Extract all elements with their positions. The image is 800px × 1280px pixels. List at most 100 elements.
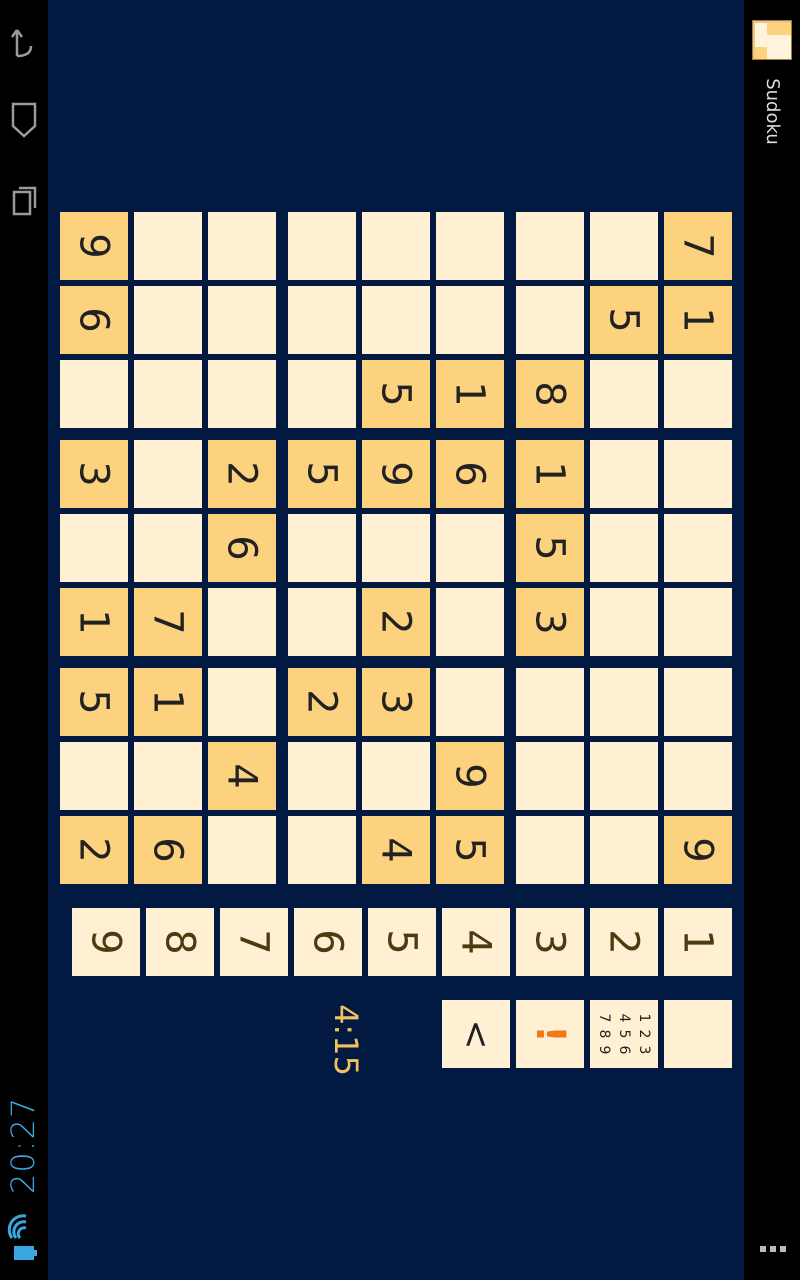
sudoku-cell[interactable]: 5	[362, 360, 430, 428]
blank-tool-button[interactable]	[664, 1000, 732, 1068]
sudoku-cell[interactable]	[436, 668, 504, 736]
sudoku-cell[interactable]	[664, 440, 732, 508]
sudoku-cell[interactable]: 9	[664, 816, 732, 884]
sudoku-cell[interactable]: 1	[516, 440, 584, 508]
number-pad-button[interactable]: 9	[72, 908, 140, 976]
home-icon[interactable]	[4, 90, 44, 150]
sudoku-cell[interactable]	[288, 816, 356, 884]
overflow-menu-icon[interactable]	[758, 1240, 788, 1252]
sudoku-cell[interactable]	[590, 360, 658, 428]
sudoku-cell[interactable]	[134, 360, 202, 428]
number-pad-button[interactable]: 6	[294, 908, 362, 976]
sudoku-cell[interactable]: 7	[664, 212, 732, 280]
recent-apps-icon[interactable]	[4, 170, 44, 230]
sudoku-cell[interactable]	[590, 440, 658, 508]
sudoku-cell[interactable]	[288, 514, 356, 582]
sudoku-cell[interactable]	[208, 668, 276, 736]
sudoku-cell[interactable]	[208, 212, 276, 280]
back-icon[interactable]	[4, 10, 44, 70]
sudoku-cell[interactable]	[664, 668, 732, 736]
sudoku-cell[interactable]: 1	[664, 286, 732, 354]
sudoku-cell[interactable]: 9	[436, 742, 504, 810]
sudoku-cell[interactable]: 5	[590, 286, 658, 354]
sudoku-cell[interactable]	[362, 212, 430, 280]
sudoku-cell[interactable]: 3	[362, 668, 430, 736]
sudoku-cell[interactable]: 6	[60, 286, 128, 354]
number-pad-button[interactable]: 5	[368, 908, 436, 976]
sudoku-cell[interactable]: 7	[134, 588, 202, 656]
sudoku-cell[interactable]: 6	[134, 816, 202, 884]
number-pad-button[interactable]: 7	[220, 908, 288, 976]
sudoku-cell[interactable]	[134, 212, 202, 280]
sudoku-cell[interactable]: 2	[208, 440, 276, 508]
sudoku-cell[interactable]: 5	[288, 440, 356, 508]
sudoku-cell[interactable]: 5	[516, 514, 584, 582]
sudoku-cell[interactable]	[362, 286, 430, 354]
sudoku-cell[interactable]	[60, 742, 128, 810]
notes-mode-button[interactable]: 1 2 3 4 5 6 7 8 9	[590, 1000, 658, 1068]
sudoku-cell[interactable]	[516, 816, 584, 884]
sudoku-cell[interactable]	[134, 286, 202, 354]
sudoku-cell[interactable]	[436, 588, 504, 656]
sudoku-cell[interactable]	[362, 742, 430, 810]
app-grid-icon[interactable]	[752, 20, 792, 60]
sudoku-cell[interactable]	[208, 816, 276, 884]
sudoku-cell[interactable]	[516, 286, 584, 354]
sudoku-cell[interactable]: 2	[362, 588, 430, 656]
sudoku-cell[interactable]	[134, 742, 202, 810]
sudoku-cell[interactable]	[664, 514, 732, 582]
sudoku-cell[interactable]	[134, 440, 202, 508]
number-pad-button[interactable]: 4	[442, 908, 510, 976]
sudoku-cell[interactable]	[436, 514, 504, 582]
sudoku-cell[interactable]: 6	[436, 440, 504, 508]
sudoku-cell[interactable]	[590, 212, 658, 280]
sudoku-cell[interactable]	[664, 588, 732, 656]
sudoku-cell[interactable]	[288, 742, 356, 810]
sudoku-cell[interactable]: 3	[516, 588, 584, 656]
sudoku-cell[interactable]	[362, 514, 430, 582]
sudoku-cell[interactable]: 9	[362, 440, 430, 508]
sudoku-cell[interactable]	[208, 588, 276, 656]
sudoku-cell[interactable]	[436, 212, 504, 280]
undo-button[interactable]: <	[442, 1000, 510, 1068]
sudoku-cell[interactable]	[516, 668, 584, 736]
number-pad-button[interactable]: 8	[146, 908, 214, 976]
sudoku-cell[interactable]	[60, 360, 128, 428]
sudoku-cell[interactable]	[664, 360, 732, 428]
sudoku-cell[interactable]	[208, 286, 276, 354]
sudoku-cell[interactable]: 6	[208, 514, 276, 582]
sudoku-cell[interactable]	[288, 588, 356, 656]
sudoku-cell[interactable]: 1	[436, 360, 504, 428]
sudoku-cell[interactable]	[516, 742, 584, 810]
sudoku-cell[interactable]	[590, 514, 658, 582]
sudoku-cell[interactable]	[288, 212, 356, 280]
sudoku-cell[interactable]	[590, 668, 658, 736]
sudoku-cell[interactable]: 2	[288, 668, 356, 736]
sudoku-cell[interactable]: 1	[60, 588, 128, 656]
sudoku-cell[interactable]	[516, 212, 584, 280]
sudoku-cell[interactable]	[436, 286, 504, 354]
sudoku-cell[interactable]	[590, 816, 658, 884]
sudoku-cell[interactable]	[288, 360, 356, 428]
hint-button[interactable]: !	[516, 1000, 584, 1068]
sudoku-cell[interactable]: 1	[134, 668, 202, 736]
number-pad-button[interactable]: 2	[590, 908, 658, 976]
sudoku-cell[interactable]	[60, 514, 128, 582]
sudoku-cell[interactable]: 4	[208, 742, 276, 810]
sudoku-cell[interactable]	[590, 742, 658, 810]
sudoku-cell[interactable]: 2	[60, 816, 128, 884]
sudoku-cell[interactable]	[288, 286, 356, 354]
sudoku-cell[interactable]	[134, 514, 202, 582]
sudoku-cell[interactable]	[208, 360, 276, 428]
sudoku-cell[interactable]: 3	[60, 440, 128, 508]
sudoku-cell[interactable]	[590, 588, 658, 656]
sudoku-cell[interactable]: 8	[516, 360, 584, 428]
number-pad-button[interactable]: 3	[516, 908, 584, 976]
sudoku-cell[interactable]: 9	[60, 212, 128, 280]
cell-value: 5	[526, 535, 573, 561]
sudoku-cell[interactable]: 5	[436, 816, 504, 884]
sudoku-cell[interactable]: 5	[60, 668, 128, 736]
sudoku-cell[interactable]: 4	[362, 816, 430, 884]
number-pad-button[interactable]: 1	[664, 908, 732, 976]
sudoku-cell[interactable]	[664, 742, 732, 810]
